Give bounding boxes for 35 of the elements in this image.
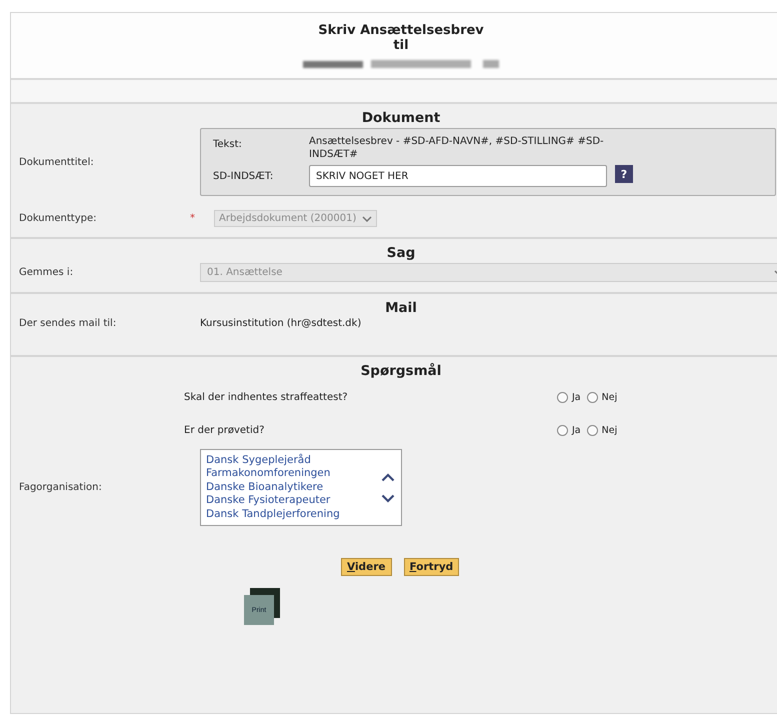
- radio-option[interactable]: Nej: [586, 392, 618, 403]
- chevron-down-icon: [362, 216, 372, 222]
- form-button[interactable]: Videre: [341, 558, 392, 576]
- field-label: SD-INDSÆT:: [213, 170, 274, 182]
- mail-recipient: Kursusinstitution (hr@sdtest.dk): [200, 318, 362, 329]
- scroll-down-icon[interactable]: [381, 494, 395, 502]
- list-item[interactable]: Danske Bioanalytikere: [206, 480, 376, 494]
- section-heading: Dokument: [360, 110, 442, 126]
- section-heading: Mail: [384, 300, 418, 316]
- list-item[interactable]: Farmakonomforeningen: [206, 467, 376, 481]
- field-label: Dokumenttitel:: [18, 156, 95, 168]
- required-mark: *: [190, 213, 196, 224]
- field-label: Dokumenttype:: [18, 213, 98, 224]
- list-item[interactable]: Dansk Tandplejerforening: [206, 508, 376, 522]
- list-item[interactable]: Dansk Sygeplejeråd: [206, 454, 376, 468]
- section-heading: Sag: [386, 245, 416, 261]
- title-template-text: Ansættelsesbrev - #SD-AFD-NAVN#, #SD-STILLING# #SD-INDSÆT#: [309, 135, 605, 161]
- input-field[interactable]: SKRIV NOGET HER: [309, 165, 607, 187]
- question-text: Skal der indhentes straffeattest?: [184, 392, 349, 403]
- radio-option[interactable]: Ja: [557, 425, 581, 436]
- page-title: Skriv Ansættelsesbrev: [318, 23, 484, 38]
- radio-option[interactable]: Nej: [586, 425, 618, 436]
- form-button[interactable]: Fortryd: [404, 558, 460, 576]
- field-label: Tekst:: [213, 138, 243, 150]
- organisation-listbox[interactable]: Dansk Sygeplejeråd Farmakonomforeningen Danske Bioanalytikere Danske Fysioterapeuter Dansk Tandplejerforening: [200, 449, 402, 526]
- field-label: Fagorganisation:: [18, 482, 103, 493]
- list-item[interactable]: Danske Fysioterapeuter: [206, 494, 376, 508]
- section-heading: Spørgsmål: [360, 363, 442, 379]
- scroll-up-icon[interactable]: [381, 472, 395, 482]
- radio-option[interactable]: Ja: [557, 392, 581, 403]
- help-button[interactable]: ?: [615, 165, 633, 183]
- question-text: Er der prøvetid?: [184, 425, 266, 436]
- page-subtitle: til: [393, 38, 409, 53]
- field-label: Gemmes i:: [18, 267, 74, 278]
- field-label: Der sendes mail til:: [18, 318, 118, 329]
